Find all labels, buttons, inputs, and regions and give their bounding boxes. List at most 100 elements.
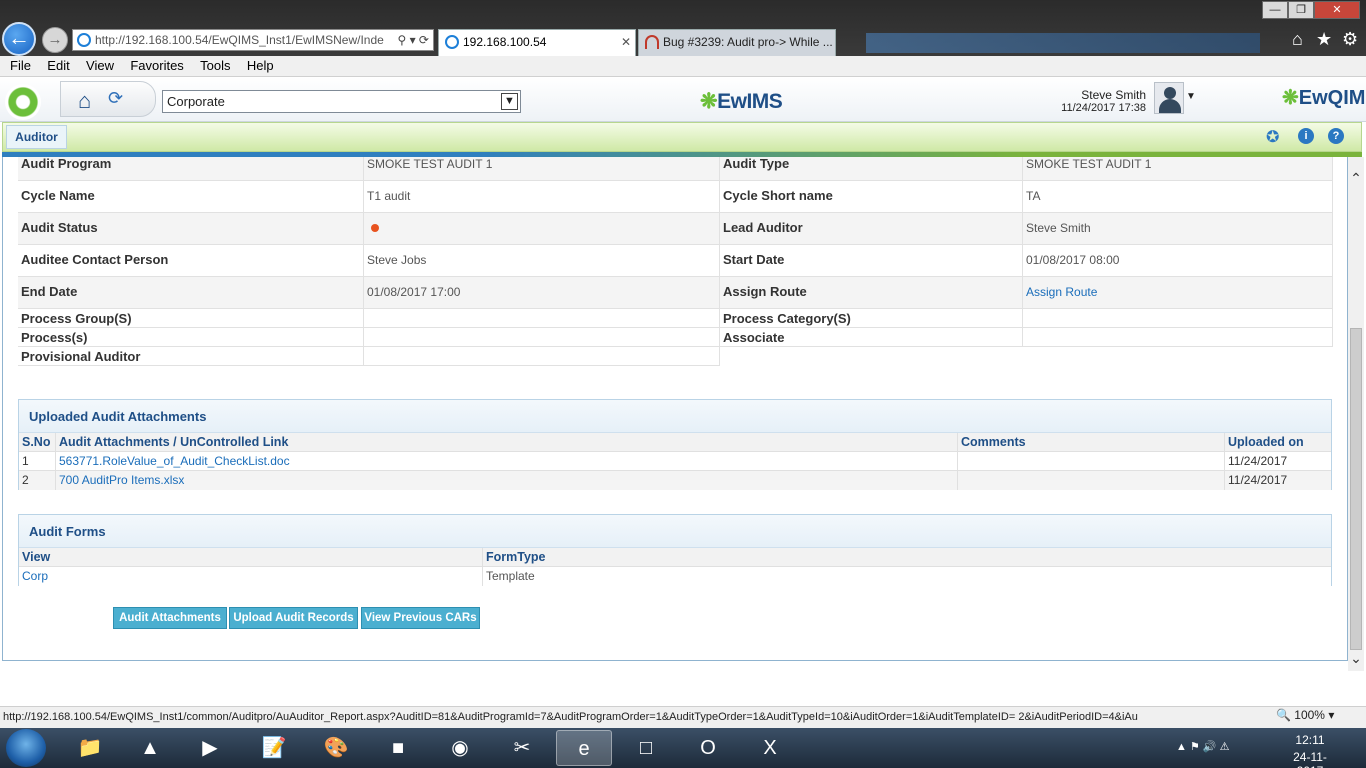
label-start-date: Start Date (720, 245, 1023, 277)
user-name: Steve Smith (1081, 88, 1146, 102)
attachment-link[interactable]: 700 AuditPro Items.xlsx (56, 471, 958, 490)
window-icon[interactable]: □ (618, 730, 674, 766)
vlc-icon[interactable]: ▲ (122, 730, 178, 766)
cell-comments (958, 452, 1225, 471)
value-audit-program: SMOKE TEST AUDIT 1 (364, 157, 720, 181)
zoom-level[interactable]: 🔍 100% ▾ (1276, 708, 1334, 722)
start-button[interactable] (6, 729, 46, 767)
clock-time[interactable]: 12:11 (1282, 733, 1338, 747)
status-bar: http://192.168.100.54/EwQIMS_Inst1/commo… (0, 706, 1366, 728)
cell-formtype: Template (486, 569, 535, 583)
assign-route-link[interactable]: Assign Route (1023, 277, 1333, 309)
forms-header-row: View FormType (19, 548, 1331, 567)
attachment-link[interactable]: 563771.RoleValue_of_Audit_CheckList.doc (56, 452, 958, 471)
favorites-star-icon[interactable]: ★ (1316, 29, 1332, 50)
value-cycle-name: T1 audit (364, 181, 720, 213)
value-audit-status (364, 213, 720, 245)
menu-tools[interactable]: Tools (190, 56, 230, 73)
label-cycle-short: Cycle Short name (720, 181, 1023, 213)
info-icon[interactable]: i (1298, 128, 1314, 144)
app-logo-icon[interactable] (5, 84, 41, 120)
paint-icon[interactable]: 🎨 (308, 730, 364, 766)
file-explorer-icon[interactable]: 📁 (62, 730, 118, 766)
ie-icon (77, 33, 91, 47)
home-icon[interactable]: ⌂ (1292, 29, 1303, 50)
close-window-button[interactable]: ✕ (1314, 1, 1360, 19)
chrome-icon[interactable]: ◉ (432, 730, 488, 766)
cell-sno: 1 (19, 452, 56, 471)
minimize-button[interactable]: — (1262, 1, 1288, 19)
attachments-title: Uploaded Audit Attachments (19, 400, 1331, 433)
upload-audit-records-button[interactable]: Upload Audit Records (229, 607, 358, 629)
menu-file[interactable]: File (0, 56, 31, 73)
form-view-link[interactable]: Corp (19, 567, 483, 586)
tab-auditor[interactable]: Auditor (6, 125, 67, 149)
excel-icon[interactable]: X (742, 730, 798, 766)
label-auditee: Auditee Contact Person (18, 245, 364, 277)
organization-select[interactable]: Corporate ▼ (162, 90, 521, 113)
brand-logo-center: ❋EwIMS (700, 90, 783, 113)
snipping-tool-icon[interactable]: ✂ (494, 730, 550, 766)
audit-forms-title: Audit Forms (19, 515, 1331, 548)
cell-sno: 2 (19, 471, 56, 490)
status-dot-icon (371, 224, 379, 232)
value-associate (1023, 328, 1333, 347)
module-toolbar (2, 122, 1362, 152)
settings-gear-icon[interactable]: ⚙ (1342, 29, 1358, 50)
address-bar[interactable]: http://192.168.100.54/EwQIMS_Inst1/EwIMS… (72, 29, 434, 51)
background-tab-area (866, 33, 1260, 53)
col-formtype: FormType (486, 550, 546, 564)
label-assign-route: Assign Route (720, 277, 1023, 309)
avatar[interactable] (1154, 82, 1184, 114)
maximize-button[interactable]: ❐ (1288, 1, 1314, 19)
cell-uploaded: 11/24/2017 (1228, 473, 1288, 487)
brand-right-text: EwQIMS (1298, 87, 1366, 109)
cell-uploaded: 11/24/2017 (1228, 454, 1288, 468)
tab-bug[interactable]: Bug #3239: Audit pro-> While ... (638, 29, 836, 56)
col-attachment: Audit Attachments / UnControlled Link (56, 433, 958, 452)
table-row: Corp Template (19, 567, 1331, 586)
view-previous-cars-button[interactable]: View Previous CARs (361, 607, 480, 629)
scroll-up-arrow-icon[interactable]: ⌃ (1348, 170, 1364, 190)
refresh-icon[interactable]: ⟳ (108, 88, 123, 109)
label-audit-status: Audit Status (18, 213, 364, 245)
value-auditee: Steve Jobs (364, 245, 720, 277)
outlook-icon[interactable]: O (680, 730, 736, 766)
col-view: View (19, 548, 483, 567)
col-uploaded: Uploaded on (1228, 435, 1304, 449)
tab-active[interactable]: 192.168.100.54 ✕ (438, 29, 636, 56)
media-player-icon[interactable]: ▶ (182, 730, 238, 766)
col-comments: Comments (958, 433, 1225, 452)
scroll-down-arrow-icon[interactable]: ⌄ (1348, 650, 1364, 670)
home-icon[interactable]: ⌂ (78, 88, 91, 114)
value-start-date: 01/08/2017 08:00 (1023, 245, 1333, 277)
value-process-category (1023, 309, 1333, 328)
audit-attachments-button[interactable]: Audit Attachments (113, 607, 227, 629)
chevron-down-icon: ▼ (501, 93, 518, 110)
content-frame: Audit Program SMOKE TEST AUDIT 1 Audit T… (2, 157, 1348, 661)
menu-edit[interactable]: Edit (37, 56, 69, 73)
menu-help[interactable]: Help (237, 56, 274, 73)
system-tray[interactable]: ▲ ⚑ 🔊 ⚠ (1176, 740, 1229, 753)
caret-down-icon[interactable]: ▼ (1186, 91, 1196, 102)
scroll-thumb[interactable] (1350, 328, 1362, 650)
address-url: http://192.168.100.54/EwQIMS_Inst1/EwIMS… (95, 33, 384, 47)
help-icon[interactable]: ? (1328, 128, 1344, 144)
address-actions[interactable]: ⚲ ▾ ⟳ (397, 30, 429, 50)
clock-date[interactable]: 24-11-2017 (1282, 750, 1338, 768)
forward-button[interactable]: → (42, 27, 68, 53)
menu-favorites[interactable]: Favorites (120, 56, 183, 73)
close-tab-icon[interactable]: ✕ (621, 30, 631, 55)
back-button[interactable]: ← (2, 22, 36, 56)
menu-view[interactable]: View (76, 56, 114, 73)
internet-explorer-icon[interactable]: e (556, 730, 612, 766)
label-cycle-name: Cycle Name (18, 181, 364, 213)
tab-label: 192.168.100.54 (463, 35, 547, 49)
greenshot-icon[interactable]: ■ (370, 730, 426, 766)
brand-logo-right: ❋EwQIMS (1282, 85, 1366, 110)
label-process-group: Process Group(S) (18, 309, 364, 328)
value-lead-auditor: Steve Smith (1023, 213, 1333, 245)
notes-icon[interactable]: 📝 (246, 730, 302, 766)
pin-icon[interactable]: ✪ (1266, 127, 1279, 147)
value-provisional-auditor (364, 347, 720, 366)
